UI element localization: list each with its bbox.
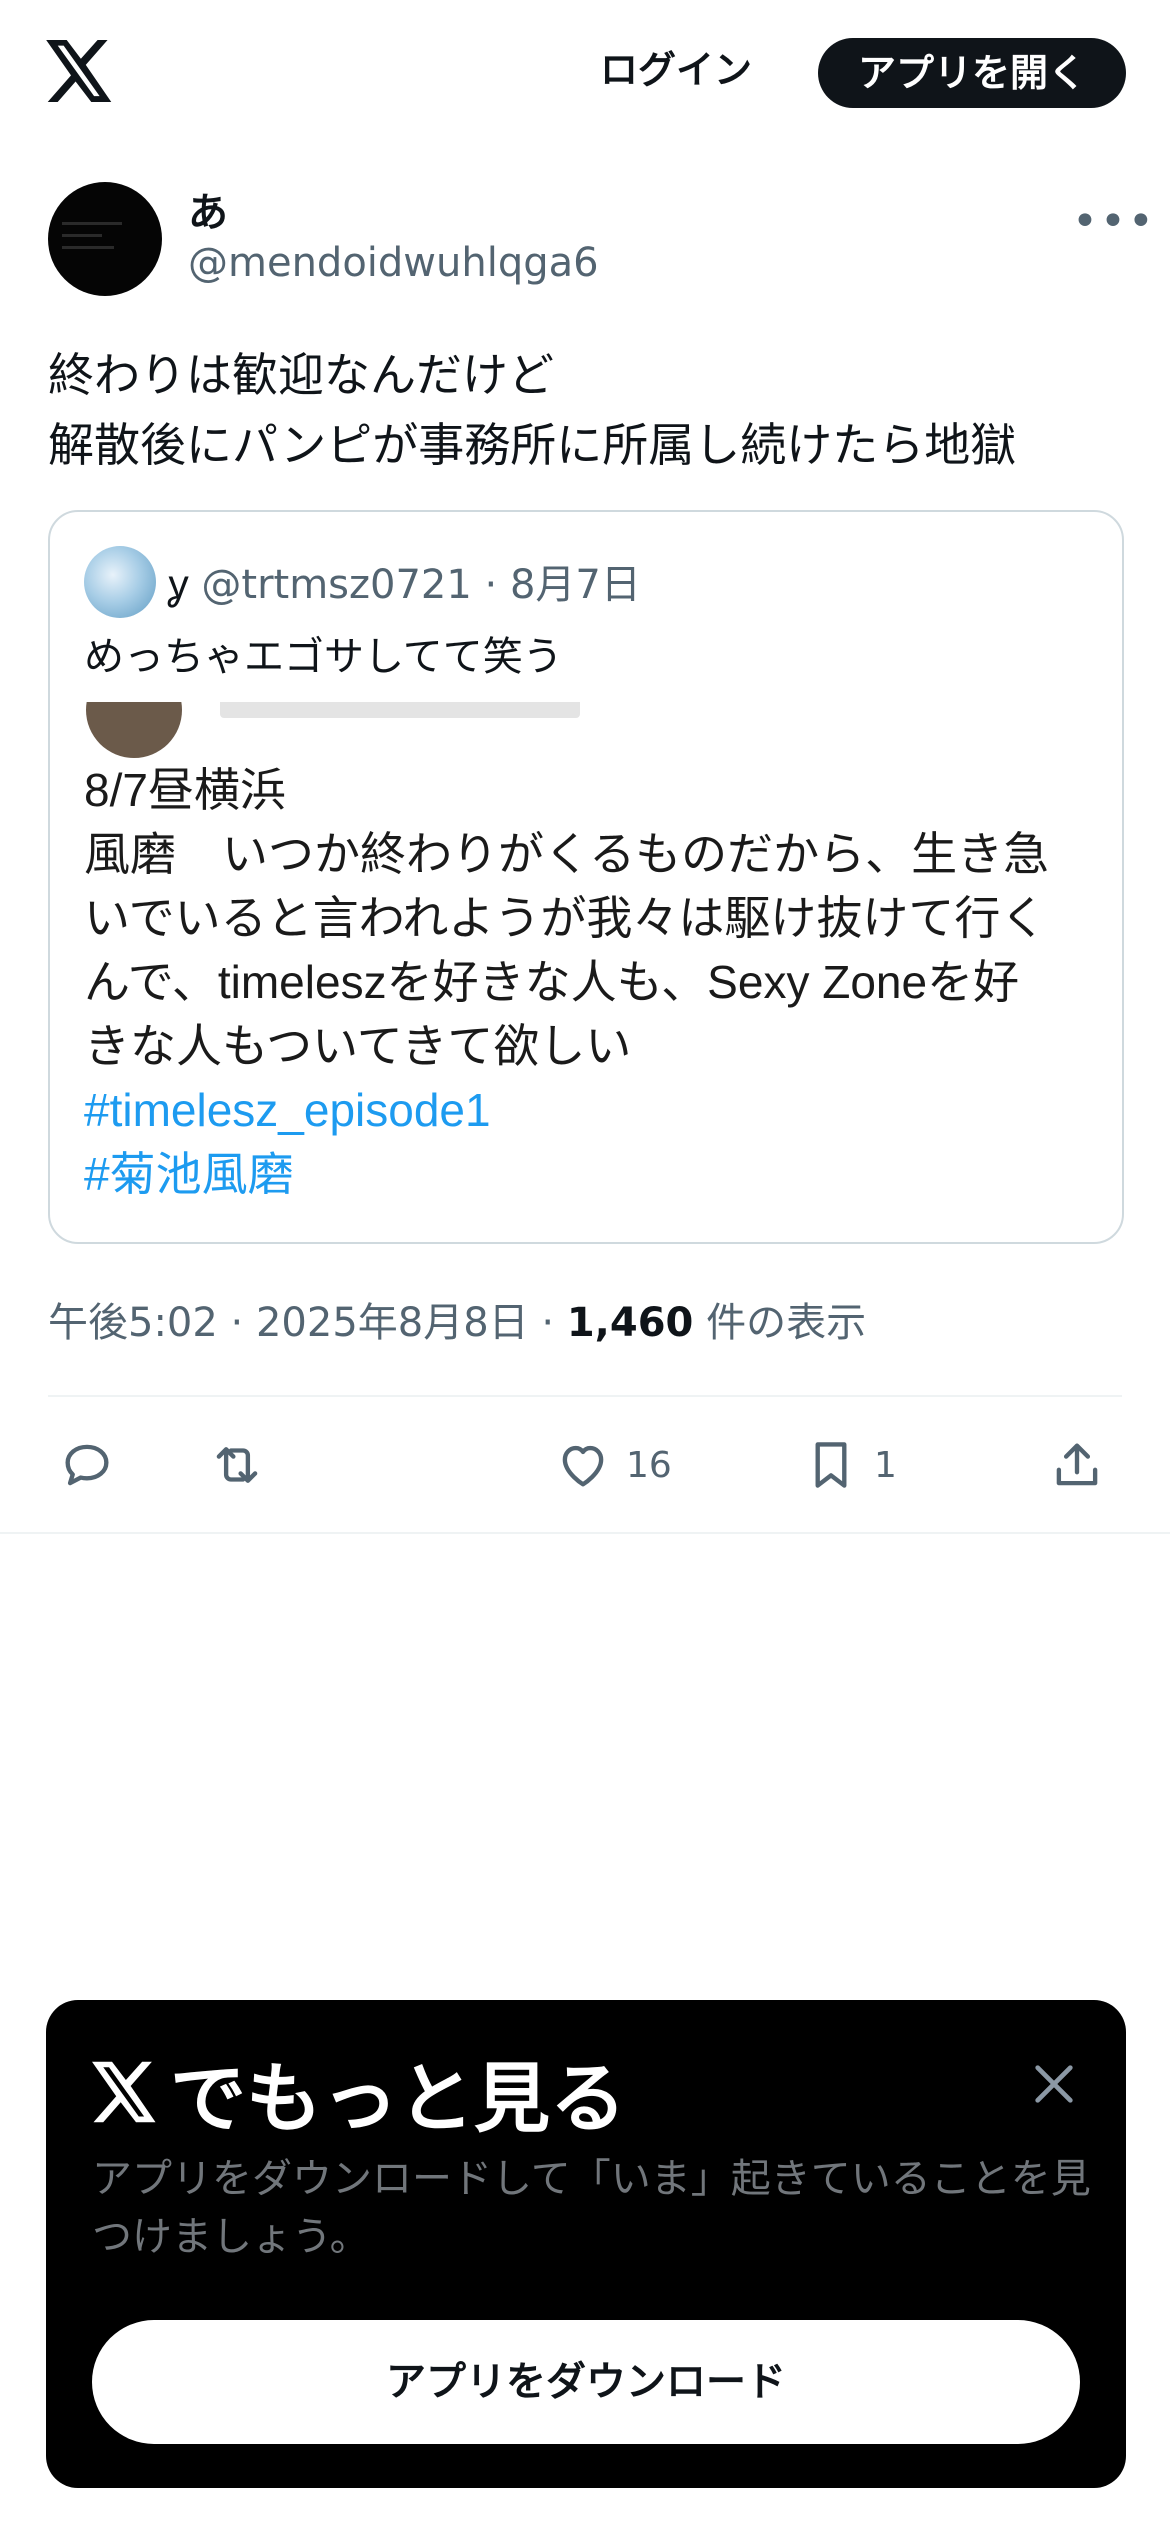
- image-text-line: きな人もついてきて欲しい: [84, 1020, 632, 1072]
- quote-text: めっちゃエゴサしてて笑う: [84, 634, 563, 680]
- tweet-meta: 午後5:02 · 2025年8月8日 · 1,460 件の表示: [48, 1290, 866, 1348]
- image-text-line: 8/7昼横浜: [84, 764, 286, 816]
- views-count: 1,460: [566, 1300, 694, 1346]
- tweet-text: 終わりは歓迎なんだけど 解散後にパンピが事務所に所属し続けたら地獄: [48, 340, 1128, 480]
- quote-date: 8月7日: [509, 562, 641, 608]
- top-bar: ログイン アプリを開く: [0, 0, 1170, 150]
- tweet-text-line: 解散後にパンピが事務所に所属し続けたら地獄: [48, 418, 1017, 472]
- author-handle[interactable]: @mendoidwuhlqga6: [188, 240, 599, 286]
- image-text: 8/7昼横浜 風磨 いつか終わりがくるものだから、生き急 いでいると言われようが…: [84, 758, 1094, 1206]
- meta-separator: ·: [541, 1300, 567, 1346]
- promo-description: アプリをダウンロードして「いま」起きていることを見つけましょう。: [92, 2156, 1091, 2260]
- divider: [48, 1395, 1122, 1397]
- image-text-line: 風磨 いつか終わりがくるものだから、生き急: [84, 828, 1050, 880]
- image-text-line: いでいると言われようが我々は駆け抜けて行く: [84, 892, 1047, 944]
- login-link[interactable]: ログイン: [600, 42, 752, 98]
- retweet-button[interactable]: [208, 1420, 266, 1510]
- tweet-text-line: 終わりは歓迎なんだけど: [48, 348, 554, 402]
- quote-header: ỿ @trtmsz0721 · 8月7日: [168, 552, 641, 610]
- bookmark-count: 1: [874, 1444, 897, 1486]
- x-logo-icon: [92, 2061, 156, 2123]
- tweet-actions: 16 1: [48, 1420, 1122, 1510]
- promo-title: でもっと見る: [92, 2042, 626, 2143]
- promo-title-text: でもっと見る: [170, 2054, 626, 2143]
- quote-separator: ·: [484, 562, 510, 608]
- image-hashtag: #菊池風磨: [84, 1148, 294, 1200]
- quote-author-handle: @trtmsz0721: [201, 562, 472, 608]
- share-button[interactable]: [1048, 1420, 1106, 1510]
- quote-tweet[interactable]: ỿ @trtmsz0721 · 8月7日 めっちゃエゴサしてて笑う 8/7昼横浜…: [48, 510, 1124, 1244]
- app-promo-sheet: でもっと見る アプリをダウンロードして「いま」起きていることを見つけましょう。 …: [46, 2000, 1126, 2488]
- more-icon[interactable]: •••: [1072, 196, 1156, 247]
- share-icon: [1056, 1443, 1098, 1486]
- quote-image[interactable]: 8/7昼横浜 風磨 いつか終わりがくるものだから、生き急 いでいると言われようが…: [50, 702, 1122, 1242]
- bookmark-icon: [815, 1442, 847, 1488]
- author-name[interactable]: あ: [188, 180, 228, 238]
- reply-icon: [65, 1444, 109, 1486]
- close-icon[interactable]: [1026, 2056, 1082, 2112]
- image-cropped-handle: [220, 702, 580, 718]
- retweet-icon: [216, 1447, 258, 1483]
- author-avatar[interactable]: [48, 182, 162, 296]
- quote-avatar: [84, 546, 156, 618]
- bookmark-button[interactable]: 1: [802, 1420, 897, 1510]
- download-app-button[interactable]: アプリをダウンロード: [92, 2320, 1080, 2444]
- tweet-time[interactable]: 午後5:02: [48, 1300, 218, 1346]
- heart-icon: [562, 1445, 604, 1487]
- like-button[interactable]: 16: [554, 1420, 672, 1510]
- image-hashtag: #timelesz_episode1: [84, 1084, 491, 1136]
- views-label: 件の表示: [706, 1300, 867, 1346]
- tweet-date[interactable]: 2025年8月8日: [256, 1300, 529, 1346]
- divider: [0, 1532, 1170, 1534]
- like-count: 16: [626, 1444, 672, 1486]
- quote-author-name: ỿ: [168, 562, 189, 608]
- image-cropped-avatar: [86, 702, 182, 758]
- open-app-button[interactable]: アプリを開く: [818, 38, 1126, 108]
- reply-button[interactable]: [58, 1420, 116, 1510]
- meta-separator: ·: [230, 1300, 256, 1346]
- x-logo-icon[interactable]: [46, 40, 114, 102]
- image-text-line: んで、timeleszを好きな人も、Sexy Zoneを好: [84, 956, 1020, 1008]
